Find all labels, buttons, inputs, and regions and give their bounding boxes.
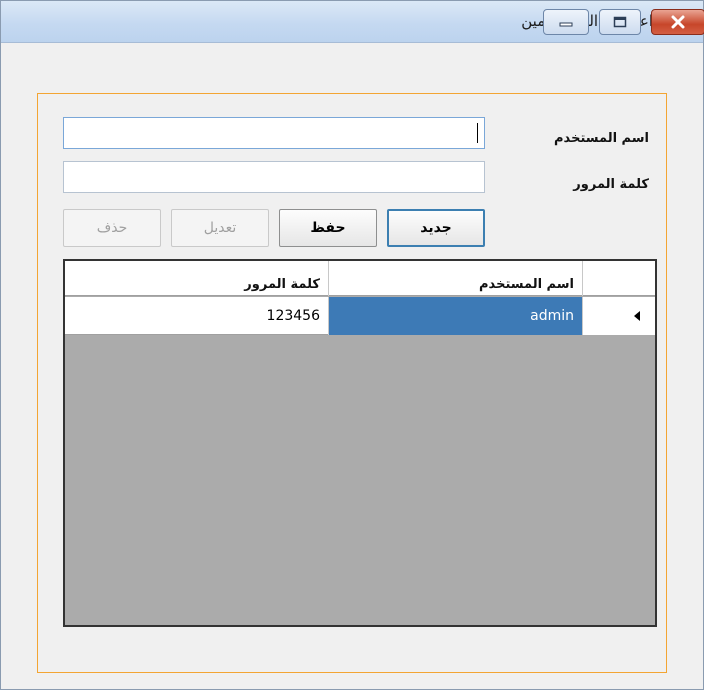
save-button[interactable]: حفظ <box>279 209 377 247</box>
username-label: اسم المستخدم <box>554 131 649 146</box>
cell-username[interactable]: admin <box>329 297 583 335</box>
grid-header: كلمة المرور اسم المستخدم <box>65 261 655 296</box>
edit-button[interactable]: تعديل <box>171 209 269 247</box>
password-label: كلمة المرور <box>573 177 649 192</box>
maximize-icon <box>613 16 627 28</box>
current-row-arrow-icon <box>634 311 640 321</box>
close-icon <box>671 15 685 29</box>
close-button[interactable] <box>651 9 704 35</box>
minimize-button[interactable] <box>543 9 589 35</box>
password-input[interactable] <box>63 161 485 193</box>
row-header-corner <box>583 261 655 295</box>
cell-password[interactable]: 123456 <box>65 297 329 335</box>
column-header-password[interactable]: كلمة المرور <box>65 261 329 296</box>
minimize-icon <box>559 22 573 27</box>
users-grid[interactable]: كلمة المرور اسم المستخدم 123456 admin <box>63 259 657 627</box>
title-bar[interactable]: اعدادات المستخدمين <box>1 1 704 43</box>
row-header[interactable] <box>583 297 655 335</box>
delete-button[interactable]: حذف <box>63 209 161 247</box>
settings-window: اعدادات المستخدمين اسم المستخدم كلمة الم… <box>0 0 704 690</box>
maximize-button[interactable] <box>599 9 641 35</box>
table-row[interactable]: 123456 admin <box>65 297 655 335</box>
text-caret <box>477 123 478 143</box>
username-input[interactable] <box>63 117 485 149</box>
new-button[interactable]: جديد <box>387 209 485 247</box>
column-header-username[interactable]: اسم المستخدم <box>329 261 583 296</box>
